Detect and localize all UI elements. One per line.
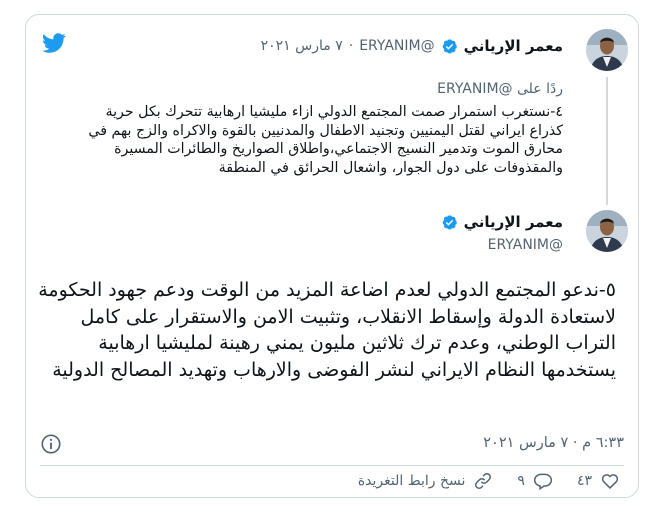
avatar[interactable] bbox=[586, 210, 628, 252]
main-tweet-author: معمر الإرياني bbox=[441, 213, 563, 231]
link-icon bbox=[475, 473, 492, 489]
divider bbox=[40, 465, 624, 466]
reply-count: ٩ bbox=[517, 473, 525, 489]
tweet-actions: ٤٣ ٩ نسخ رابط التغريدة bbox=[334, 471, 620, 491]
reply-action[interactable]: ٩ bbox=[517, 471, 553, 491]
main-tweet-handle-row: @ERYANIM bbox=[488, 237, 563, 253]
tweet-date[interactable]: ٧ مارس ٢٠٢١ bbox=[261, 38, 343, 54]
twitter-bird-icon[interactable] bbox=[40, 31, 68, 55]
quoted-tweet-header: معمر الإرياني @ERYANIM · ٧ مارس ٢٠٢١ bbox=[261, 37, 563, 55]
replying-prefix: ردًا على bbox=[517, 81, 563, 97]
thread-connector bbox=[606, 77, 608, 205]
verified-badge-icon bbox=[442, 214, 457, 230]
dot-separator: · bbox=[348, 38, 354, 54]
copy-link-action[interactable]: نسخ رابط التغريدة bbox=[358, 471, 494, 491]
copy-link-label: نسخ رابط التغريدة bbox=[357, 473, 466, 489]
heart-icon bbox=[601, 474, 619, 489]
author-name[interactable]: معمر الإرياني bbox=[464, 213, 563, 231]
main-tweet-text: ٥-ندعو المجتمع الدولي لعدم اضاعة المزيد … bbox=[38, 279, 616, 381]
verified-badge-icon bbox=[442, 38, 457, 54]
avatar[interactable] bbox=[586, 29, 628, 71]
author-name[interactable]: معمر الإرياني bbox=[464, 37, 563, 55]
author-handle[interactable]: @ERYANIM bbox=[359, 38, 434, 54]
like-action[interactable]: ٤٣ bbox=[577, 471, 620, 491]
replying-to: ردًا على @ERYANIM bbox=[437, 81, 563, 97]
quoted-tweet-text: ٤-نستغرب استمرار صمت المجتمع الدولي ازاء… bbox=[88, 104, 563, 176]
like-count: ٤٣ bbox=[576, 473, 592, 489]
info-icon[interactable] bbox=[40, 433, 62, 455]
replying-handle-link[interactable]: @ERYANIM bbox=[437, 81, 512, 97]
tweet-embed-card: معمر الإرياني @ERYANIM · ٧ مارس ٢٠٢١ ردً… bbox=[25, 14, 639, 498]
author-handle[interactable]: @ERYANIM bbox=[488, 237, 563, 253]
reply-icon bbox=[533, 473, 553, 491]
tweet-timestamp[interactable]: ٦:٣٣ م · ٧ مارس ٢٠٢١ bbox=[483, 435, 624, 451]
